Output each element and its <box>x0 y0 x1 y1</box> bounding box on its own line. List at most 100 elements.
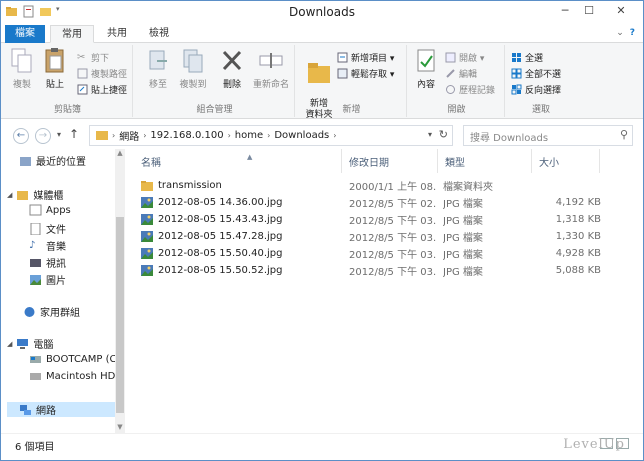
collapse-icon[interactable]: ◢ <box>7 340 12 348</box>
paste-shortcut-label: 貼上捷徑 <box>91 86 128 96</box>
copy-path-button[interactable]: 複製路徑 <box>77 67 127 80</box>
file-row[interactable]: 2012-08-05 15.47.28.jpg 2012/8/5 下午 03...… <box>141 228 611 245</box>
image-file-icon <box>141 248 153 259</box>
easy-access-button[interactable]: 輕鬆存取 ▾ <box>337 67 394 80</box>
column-divider[interactable] <box>531 149 532 173</box>
properties-button[interactable]: 內容 <box>413 47 439 90</box>
status-bar: 6 個項目 <box>1 433 643 460</box>
open-button[interactable]: 開啟 ▾ <box>445 51 484 64</box>
forward-button[interactable]: → <box>35 128 51 144</box>
copy-label: 複製 <box>12 80 31 90</box>
up-button[interactable]: ↑ <box>69 127 79 141</box>
search-input[interactable]: 搜尋 Downloads ⚲ <box>463 125 633 146</box>
window-controls: ─ ☐ ✕ <box>553 1 641 21</box>
column-divider[interactable] <box>341 149 342 173</box>
nav-network[interactable]: 網路 <box>7 402 115 417</box>
column-header-name[interactable]: 名稱 ▲ <box>141 153 252 169</box>
edit-label: 編輯 <box>459 70 478 80</box>
search-icon[interactable]: ⚲ <box>620 128 628 141</box>
scroll-down-icon[interactable]: ▼ <box>115 423 125 433</box>
nav-apps-label: Apps <box>46 204 71 216</box>
cut-label: 剪下 <box>91 54 110 64</box>
edit-button[interactable]: 編輯 <box>445 67 477 80</box>
select-none-button[interactable]: 全部不選 <box>511 67 561 80</box>
column-header-type[interactable]: 類型 <box>445 154 465 169</box>
maximize-button[interactable]: ☐ <box>577 1 601 21</box>
file-row[interactable]: 2012-08-05 14.36.00.jpg 2012/8/5 下午 02...… <box>141 194 611 211</box>
nav-videos[interactable]: 視訊 <box>29 255 66 270</box>
breadcrumb-home[interactable]: home <box>235 130 263 141</box>
column-divider[interactable] <box>599 149 600 173</box>
file-list: 名稱 ▲ 修改日期 類型 大小 transmission 2000/1/1 上午 … <box>131 149 643 433</box>
nav-apps[interactable]: Apps <box>29 204 71 216</box>
file-row[interactable]: 2012-08-05 15.50.52.jpg 2012/8/5 下午 03...… <box>141 262 611 279</box>
breadcrumb-network[interactable]: 網路 <box>119 128 139 143</box>
move-to-button[interactable]: 移至 <box>143 47 173 90</box>
column-divider[interactable] <box>437 149 438 173</box>
breadcrumb-host[interactable]: 192.168.0.100 <box>150 130 223 141</box>
column-header-date[interactable]: 修改日期 <box>349 154 389 169</box>
column-name-label: 名稱 <box>141 158 161 169</box>
organize-group-label: 組合管理 <box>196 105 233 115</box>
drive-icon <box>29 370 42 382</box>
nav-pane-scrollbar[interactable]: ▲ ▼ <box>115 149 125 433</box>
invert-selection-icon <box>511 84 522 95</box>
nav-macintosh-drive[interactable]: Macintosh HD <box>29 370 115 382</box>
cut-button[interactable]: ✂ 剪下 <box>77 51 109 64</box>
organize-group: 移至 複製到 刪除 重新命名 組合管理 <box>135 45 295 117</box>
rename-label: 重新命名 <box>252 80 289 90</box>
nav-homegroup[interactable]: 家用群組 <box>23 304 80 319</box>
nav-computer-label: 電腦 <box>33 340 54 351</box>
new-item-button[interactable]: 新增項目 ▾ <box>337 51 394 64</box>
file-row[interactable]: 2012-08-05 15.50.40.jpg 2012/8/5 下午 03...… <box>141 245 611 262</box>
copy-to-button[interactable]: 複製到 <box>177 47 209 90</box>
paste-icon <box>42 47 68 75</box>
nav-documents[interactable]: 文件 <box>29 221 66 236</box>
paste-shortcut-button[interactable]: 貼上捷徑 <box>77 83 127 96</box>
breadcrumb-separator: › <box>267 131 271 140</box>
nav-bootcamp-label: BOOTCAMP (C <box>46 353 117 365</box>
nav-recent-locations[interactable]: 最近的位置 <box>19 153 86 168</box>
nav-music[interactable]: ♪ 音樂 <box>29 238 66 254</box>
tab-share[interactable]: 共用 <box>97 25 137 43</box>
history-button[interactable]: 歷程記錄 <box>445 83 495 96</box>
select-all-button[interactable]: 全選 <box>511 51 543 64</box>
invert-selection-button[interactable]: 反向選擇 <box>511 83 561 96</box>
tab-file[interactable]: 檔案 <box>5 25 45 43</box>
nav-pictures-label: 圖片 <box>46 276 66 287</box>
refresh-icon[interactable]: ↻ <box>439 128 448 141</box>
scroll-up-icon[interactable]: ▲ <box>115 149 125 159</box>
back-button[interactable]: ← <box>13 128 29 144</box>
address-bar[interactable]: › 網路 › 192.168.0.100 › home › Downloads … <box>89 125 453 146</box>
rename-button[interactable]: 重新命名 <box>251 47 291 90</box>
copy-button[interactable]: 複製 <box>9 47 35 90</box>
file-type: JPG 檔案 <box>443 267 483 278</box>
collapse-icon[interactable]: ◢ <box>7 191 12 199</box>
tab-view[interactable]: 檢視 <box>139 25 179 43</box>
address-dropdown-icon[interactable]: ▾ <box>428 130 432 139</box>
nav-computer[interactable]: ◢ 電腦 <box>7 336 53 351</box>
navigation-pane: 最近的位置 ◢ 媒體櫃 Apps 文件 ♪ 音樂 視訊 圖片 家用群組 ◢ 電腦… <box>1 149 127 433</box>
nav-recent-label: 最近的位置 <box>36 157 86 168</box>
file-row[interactable]: 2012-08-05 15.43.43.jpg 2012/8/5 下午 03...… <box>141 211 611 228</box>
help-icon[interactable]: ? <box>630 28 635 38</box>
nav-libraries[interactable]: ◢ 媒體櫃 <box>7 187 63 202</box>
select-all-label: 全選 <box>525 54 544 64</box>
paste-button[interactable]: 貼上 <box>41 47 69 90</box>
breadcrumb-separator: › <box>227 131 231 140</box>
column-header-size[interactable]: 大小 <box>539 154 559 169</box>
nav-bootcamp-drive[interactable]: BOOTCAMP (C <box>29 353 117 365</box>
image-file-icon <box>141 231 153 242</box>
nav-pictures[interactable]: 圖片 <box>29 272 66 287</box>
delete-button[interactable]: 刪除 <box>219 47 245 90</box>
recent-locations-button[interactable]: ▾ <box>57 130 61 139</box>
homegroup-icon <box>23 306 36 318</box>
copy-path-label: 複製路徑 <box>91 70 128 80</box>
breadcrumb-downloads[interactable]: Downloads <box>274 130 329 141</box>
minimize-button[interactable]: ─ <box>553 1 577 21</box>
close-button[interactable]: ✕ <box>601 1 641 21</box>
scrollbar-thumb[interactable] <box>116 217 124 413</box>
ribbon-expand-icon[interactable]: ⌄ <box>616 28 624 38</box>
tab-home[interactable]: 常用 <box>50 25 94 43</box>
file-row[interactable]: transmission 2000/1/1 上午 08... 檔案資料夾 <box>141 177 611 194</box>
